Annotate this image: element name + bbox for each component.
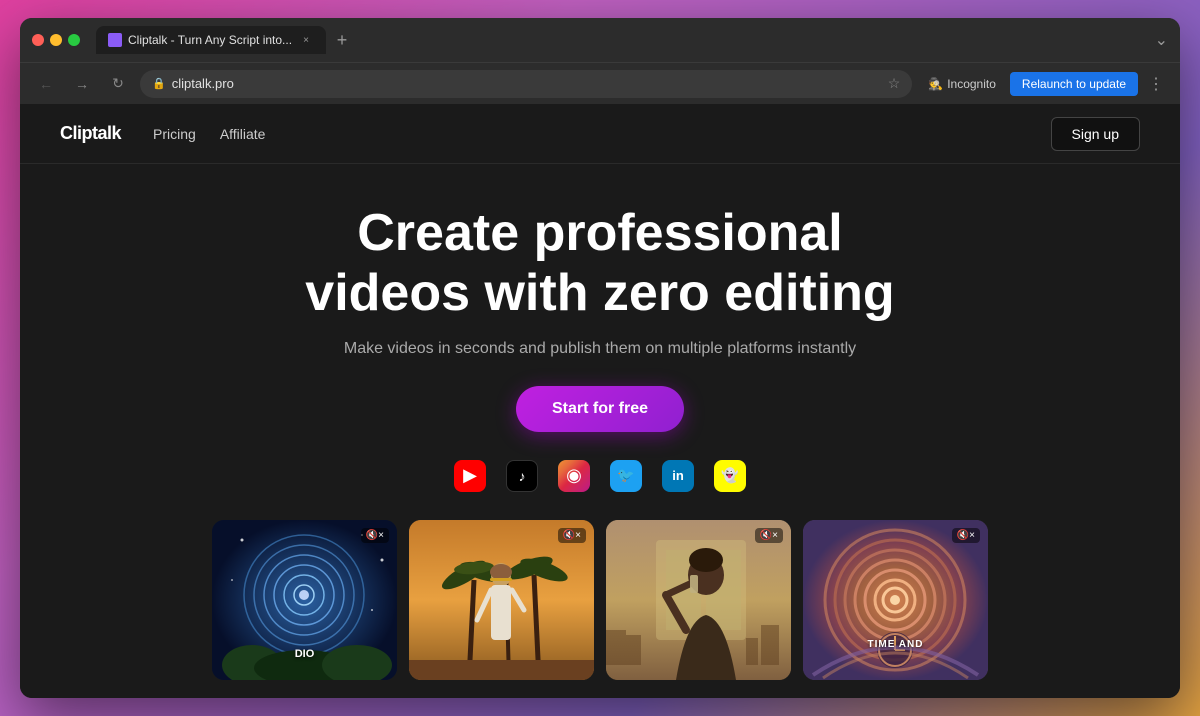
chrome-actions: 🕵 Incognito Relaunch to update ⋮ [920, 70, 1168, 98]
hero-title-line1: Create professional [357, 204, 843, 262]
drinking-svg [606, 520, 791, 680]
three-dots-menu[interactable]: ⋮ [1144, 70, 1168, 98]
video-label-1: DIO [295, 648, 315, 660]
vortex-svg [803, 520, 988, 680]
twitter-icon: 🐦 [610, 460, 642, 492]
video-card-drinking: 🔇× [606, 520, 791, 680]
hero-title: Create professional videos with zero edi… [305, 204, 894, 324]
video-label-4: TIME AND [868, 639, 924, 650]
chrome-end-button[interactable]: ⌄ [1155, 30, 1168, 50]
video-card-vortex: 🔇× TIME AND [803, 520, 988, 680]
snapchat-icon: 👻 [714, 460, 746, 492]
tab-favicon [108, 33, 122, 47]
platform-icons: ▶ ♪ ◉ 🐦 in 👻 [454, 460, 746, 492]
tiktok-icon: ♪ [506, 460, 538, 492]
url-text: cliptalk.pro [172, 76, 882, 91]
back-button[interactable]: ← [32, 70, 60, 98]
signup-button[interactable]: Sign up [1051, 117, 1140, 151]
instagram-icon: ◉ [558, 460, 590, 492]
hero-subtitle: Make videos in seconds and publish them … [344, 340, 856, 358]
browser-window: Cliptalk - Turn Any Script into... × + ⌄… [20, 18, 1180, 698]
youtube-icon: ▶ [454, 460, 486, 492]
traffic-lights [32, 34, 80, 46]
tab-bar: Cliptalk - Turn Any Script into... × + [96, 26, 1147, 54]
tab-close-button[interactable]: × [298, 32, 314, 48]
mute-badge-2[interactable]: 🔇× [558, 528, 586, 543]
star-icon[interactable]: ☆ [888, 75, 901, 92]
website-content: Cliptalk Pricing Affiliate Sign up Creat… [20, 104, 1180, 698]
maximize-traffic-light[interactable] [68, 34, 80, 46]
tab-title: Cliptalk - Turn Any Script into... [128, 33, 292, 47]
active-tab[interactable]: Cliptalk - Turn Any Script into... × [96, 26, 326, 54]
incognito-icon: 🕵 [928, 77, 943, 91]
site-navbar: Cliptalk Pricing Affiliate Sign up [20, 104, 1180, 164]
forward-button[interactable]: → [68, 70, 96, 98]
video-card-starry: 🔇× DIO [212, 520, 397, 680]
cta-button[interactable]: Start for free [516, 386, 684, 432]
titlebar: Cliptalk - Turn Any Script into... × + ⌄ [20, 18, 1180, 62]
hero-title-line2: videos with zero editing [305, 264, 894, 322]
linkedin-icon: in [662, 460, 694, 492]
addressbar: ← → ↻ 🔒 cliptalk.pro ☆ 🕵 Incognito Relau… [20, 62, 1180, 104]
mute-badge-3[interactable]: 🔇× [755, 528, 783, 543]
url-bar[interactable]: 🔒 cliptalk.pro ☆ [140, 70, 912, 98]
desert-svg [409, 520, 594, 680]
new-tab-button[interactable]: + [330, 28, 354, 52]
mute-badge-4[interactable]: 🔇× [952, 528, 980, 543]
minimize-traffic-light[interactable] [50, 34, 62, 46]
lock-icon: 🔒 [152, 77, 166, 90]
site-logo: Cliptalk [60, 123, 121, 144]
video-row: 🔇× DIO [40, 520, 1160, 680]
mute-badge-1[interactable]: 🔇× [361, 528, 389, 543]
incognito-label: Incognito [947, 77, 996, 91]
nav-link-pricing[interactable]: Pricing [153, 126, 196, 142]
nav-link-affiliate[interactable]: Affiliate [220, 126, 266, 142]
close-traffic-light[interactable] [32, 34, 44, 46]
hero-section: Create professional videos with zero edi… [20, 164, 1180, 698]
incognito-button[interactable]: 🕵 Incognito [920, 73, 1004, 95]
relaunch-button[interactable]: Relaunch to update [1010, 72, 1138, 96]
video-card-desert: 🔇× [409, 520, 594, 680]
reload-button[interactable]: ↻ [104, 70, 132, 98]
site-nav-links: Pricing Affiliate [153, 126, 265, 142]
